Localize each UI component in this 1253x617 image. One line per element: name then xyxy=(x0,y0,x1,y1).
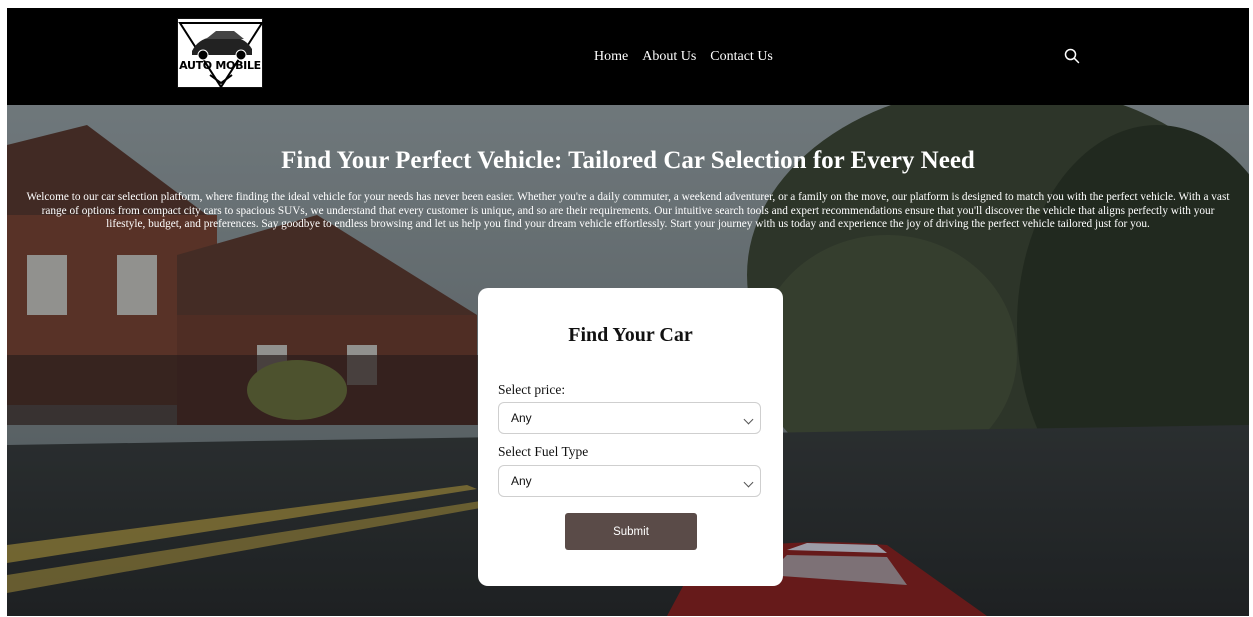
chevron-down-icon xyxy=(743,477,754,488)
submit-button[interactable]: Submit xyxy=(565,513,697,550)
hero-title: Find Your Perfect Vehicle: Tailored Car … xyxy=(281,147,975,174)
card-title: Find Your Car xyxy=(568,324,693,346)
price-select-value: Any xyxy=(511,411,532,425)
main-nav: Home About Us Contact Us xyxy=(594,49,773,65)
fuel-select-value: Any xyxy=(511,474,532,488)
nav-home-link[interactable]: Home xyxy=(594,49,628,65)
logo-text: AUTO MOBILE xyxy=(179,59,261,72)
search-button[interactable] xyxy=(1064,48,1080,64)
fuel-label: Select Fuel Type xyxy=(498,444,589,459)
find-car-card: Find Your Car Select price: Any Select F… xyxy=(478,288,783,586)
chevron-down-icon xyxy=(743,414,754,425)
site-header: AUTO MOBILE Home About Us Contact Us xyxy=(7,8,1249,105)
brand-logo[interactable]: AUTO MOBILE xyxy=(177,18,264,89)
hero-section: Find Your Perfect Vehicle: Tailored Car … xyxy=(7,105,1249,616)
price-label: Select price: xyxy=(498,382,566,397)
page-frame: AUTO MOBILE Home About Us Contact Us Fin… xyxy=(7,8,1249,616)
car-logo-icon xyxy=(178,22,264,89)
search-icon xyxy=(1064,48,1080,64)
hero-description: Welcome to our car selection platform, w… xyxy=(26,191,1230,230)
price-select[interactable]: Any xyxy=(498,402,761,434)
nav-contact-link[interactable]: Contact Us xyxy=(710,49,773,65)
nav-about-link[interactable]: About Us xyxy=(642,49,696,65)
fuel-select[interactable]: Any xyxy=(498,465,761,497)
